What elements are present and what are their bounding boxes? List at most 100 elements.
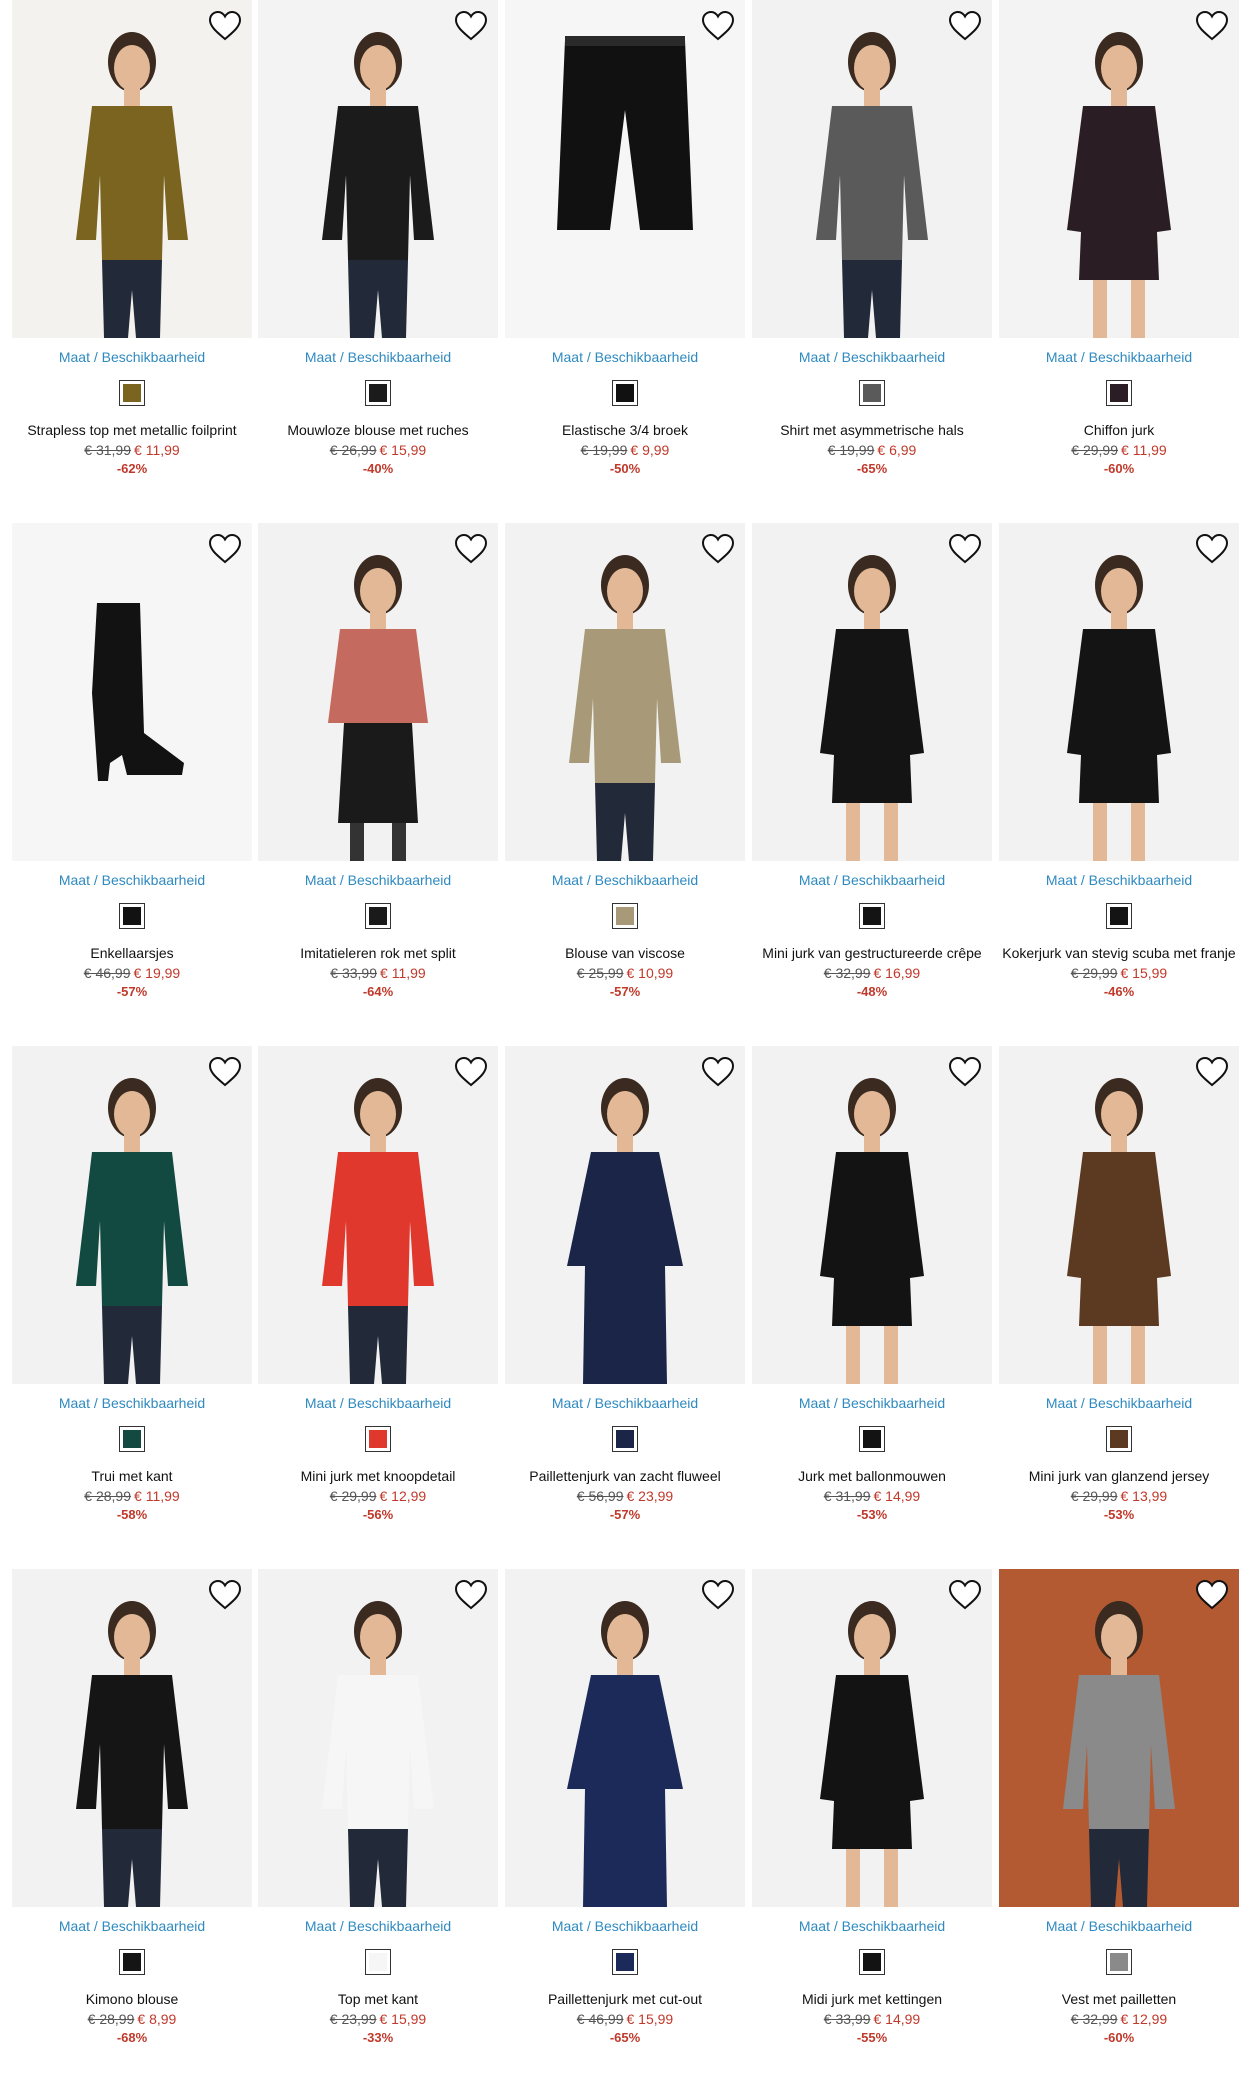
favorite-heart-icon[interactable] bbox=[1195, 1579, 1229, 1611]
product-name[interactable]: Paillettenjurk met cut-out bbox=[505, 1989, 745, 2009]
size-availability-link[interactable]: Maat / Beschikbaarheid bbox=[258, 871, 498, 889]
product-card[interactable]: Maat / Beschikbaarheid Mini jurk met kno… bbox=[258, 1046, 498, 1524]
favorite-heart-icon[interactable] bbox=[701, 1056, 735, 1088]
product-card[interactable]: Maat / Beschikbaarheid Paillettenjurk va… bbox=[505, 1046, 745, 1524]
color-swatch[interactable] bbox=[612, 380, 638, 406]
product-name[interactable]: Shirt met asymmetrische hals bbox=[752, 420, 992, 440]
size-availability-link[interactable]: Maat / Beschikbaarheid bbox=[258, 1394, 498, 1412]
color-swatch[interactable] bbox=[365, 903, 391, 929]
color-swatch[interactable] bbox=[119, 1949, 145, 1975]
product-name[interactable]: Mouwloze blouse met ruches bbox=[258, 420, 498, 440]
product-name[interactable]: Chiffon jurk bbox=[999, 420, 1239, 440]
product-image[interactable] bbox=[12, 0, 252, 338]
color-swatch[interactable] bbox=[859, 380, 885, 406]
size-availability-link[interactable]: Maat / Beschikbaarheid bbox=[505, 348, 745, 366]
size-availability-link[interactable]: Maat / Beschikbaarheid bbox=[752, 871, 992, 889]
favorite-heart-icon[interactable] bbox=[208, 533, 242, 565]
size-availability-link[interactable]: Maat / Beschikbaarheid bbox=[505, 1394, 745, 1412]
product-name[interactable]: Mini jurk van gestructureerde crêpe bbox=[752, 943, 992, 963]
product-card[interactable]: Maat / Beschikbaarheid Top met kant € 23… bbox=[258, 1569, 498, 2047]
size-availability-link[interactable]: Maat / Beschikbaarheid bbox=[999, 348, 1239, 366]
product-image[interactable] bbox=[258, 1569, 498, 1907]
product-card[interactable]: Maat / Beschikbaarheid Jurk met ballonmo… bbox=[752, 1046, 992, 1524]
product-card[interactable]: Maat / Beschikbaarheid Imitatieleren rok… bbox=[258, 523, 498, 1001]
product-name[interactable]: Top met kant bbox=[258, 1989, 498, 2009]
product-image[interactable] bbox=[999, 523, 1239, 861]
color-swatch[interactable] bbox=[1106, 1426, 1132, 1452]
product-image[interactable] bbox=[752, 523, 992, 861]
product-image[interactable] bbox=[258, 1046, 498, 1384]
color-swatch[interactable] bbox=[612, 1426, 638, 1452]
product-name[interactable]: Paillettenjurk van zacht fluweel bbox=[505, 1466, 745, 1486]
product-image[interactable] bbox=[505, 0, 745, 338]
size-availability-link[interactable]: Maat / Beschikbaarheid bbox=[752, 1917, 992, 1935]
size-availability-link[interactable]: Maat / Beschikbaarheid bbox=[258, 348, 498, 366]
favorite-heart-icon[interactable] bbox=[948, 10, 982, 42]
product-image[interactable] bbox=[12, 1046, 252, 1384]
product-card[interactable]: Maat / Beschikbaarheid Chiffon jurk € 29… bbox=[999, 0, 1239, 478]
product-image[interactable] bbox=[258, 0, 498, 338]
favorite-heart-icon[interactable] bbox=[948, 1056, 982, 1088]
color-swatch[interactable] bbox=[119, 903, 145, 929]
color-swatch[interactable] bbox=[365, 1426, 391, 1452]
product-image[interactable] bbox=[999, 1569, 1239, 1907]
product-name[interactable]: Blouse van viscose bbox=[505, 943, 745, 963]
size-availability-link[interactable]: Maat / Beschikbaarheid bbox=[505, 1917, 745, 1935]
product-card[interactable]: Maat / Beschikbaarheid Shirt met asymmet… bbox=[752, 0, 992, 478]
size-availability-link[interactable]: Maat / Beschikbaarheid bbox=[12, 1917, 252, 1935]
size-availability-link[interactable]: Maat / Beschikbaarheid bbox=[999, 871, 1239, 889]
product-card[interactable]: Maat / Beschikbaarheid Kimono blouse € 2… bbox=[12, 1569, 252, 2047]
product-image[interactable] bbox=[12, 523, 252, 861]
size-availability-link[interactable]: Maat / Beschikbaarheid bbox=[258, 1917, 498, 1935]
product-name[interactable]: Jurk met ballonmouwen bbox=[752, 1466, 992, 1486]
product-card[interactable]: Maat / Beschikbaarheid Mini jurk van ges… bbox=[752, 523, 992, 1001]
color-swatch[interactable] bbox=[119, 1426, 145, 1452]
color-swatch[interactable] bbox=[365, 380, 391, 406]
product-name[interactable]: Imitatieleren rok met split bbox=[258, 943, 498, 963]
size-availability-link[interactable]: Maat / Beschikbaarheid bbox=[999, 1917, 1239, 1935]
favorite-heart-icon[interactable] bbox=[454, 10, 488, 42]
product-card[interactable]: Maat / Beschikbaarheid Paillettenjurk me… bbox=[505, 1569, 745, 2047]
color-swatch[interactable] bbox=[612, 1949, 638, 1975]
product-card[interactable]: Maat / Beschikbaarheid Midi jurk met ket… bbox=[752, 1569, 992, 2047]
product-image[interactable] bbox=[752, 0, 992, 338]
size-availability-link[interactable]: Maat / Beschikbaarheid bbox=[752, 1394, 992, 1412]
favorite-heart-icon[interactable] bbox=[454, 1579, 488, 1611]
product-image[interactable] bbox=[12, 1569, 252, 1907]
product-card[interactable]: Maat / Beschikbaarheid Enkellaarsjes € 4… bbox=[12, 523, 252, 1001]
product-image[interactable] bbox=[752, 1046, 992, 1384]
color-swatch[interactable] bbox=[859, 1949, 885, 1975]
product-card[interactable]: Maat / Beschikbaarheid Vest met paillett… bbox=[999, 1569, 1239, 2047]
favorite-heart-icon[interactable] bbox=[1195, 10, 1229, 42]
product-image[interactable] bbox=[999, 1046, 1239, 1384]
favorite-heart-icon[interactable] bbox=[454, 1056, 488, 1088]
product-name[interactable]: Mini jurk met knoopdetail bbox=[258, 1466, 498, 1486]
product-card[interactable]: Maat / Beschikbaarheid Elastische 3/4 br… bbox=[505, 0, 745, 478]
color-swatch[interactable] bbox=[119, 380, 145, 406]
size-availability-link[interactable]: Maat / Beschikbaarheid bbox=[12, 871, 252, 889]
favorite-heart-icon[interactable] bbox=[454, 533, 488, 565]
color-swatch[interactable] bbox=[859, 1426, 885, 1452]
product-name[interactable]: Mini jurk van glanzend jersey bbox=[999, 1466, 1239, 1486]
size-availability-link[interactable]: Maat / Beschikbaarheid bbox=[505, 871, 745, 889]
product-image[interactable] bbox=[999, 0, 1239, 338]
color-swatch[interactable] bbox=[1106, 380, 1132, 406]
product-image[interactable] bbox=[505, 523, 745, 861]
product-name[interactable]: Kokerjurk van stevig scuba met franje bbox=[999, 943, 1239, 963]
product-name[interactable]: Midi jurk met kettingen bbox=[752, 1989, 992, 2009]
favorite-heart-icon[interactable] bbox=[1195, 533, 1229, 565]
product-image[interactable] bbox=[505, 1046, 745, 1384]
product-name[interactable]: Trui met kant bbox=[12, 1466, 252, 1486]
product-card[interactable]: Maat / Beschikbaarheid Kokerjurk van ste… bbox=[999, 523, 1239, 1001]
color-swatch[interactable] bbox=[1106, 903, 1132, 929]
color-swatch[interactable] bbox=[365, 1949, 391, 1975]
size-availability-link[interactable]: Maat / Beschikbaarheid bbox=[12, 1394, 252, 1412]
product-card[interactable]: Maat / Beschikbaarheid Blouse van viscos… bbox=[505, 523, 745, 1001]
product-name[interactable]: Elastische 3/4 broek bbox=[505, 420, 745, 440]
favorite-heart-icon[interactable] bbox=[701, 533, 735, 565]
size-availability-link[interactable]: Maat / Beschikbaarheid bbox=[999, 1394, 1239, 1412]
favorite-heart-icon[interactable] bbox=[1195, 1056, 1229, 1088]
product-image[interactable] bbox=[505, 1569, 745, 1907]
product-card[interactable]: Maat / Beschikbaarheid Trui met kant € 2… bbox=[12, 1046, 252, 1524]
favorite-heart-icon[interactable] bbox=[208, 10, 242, 42]
